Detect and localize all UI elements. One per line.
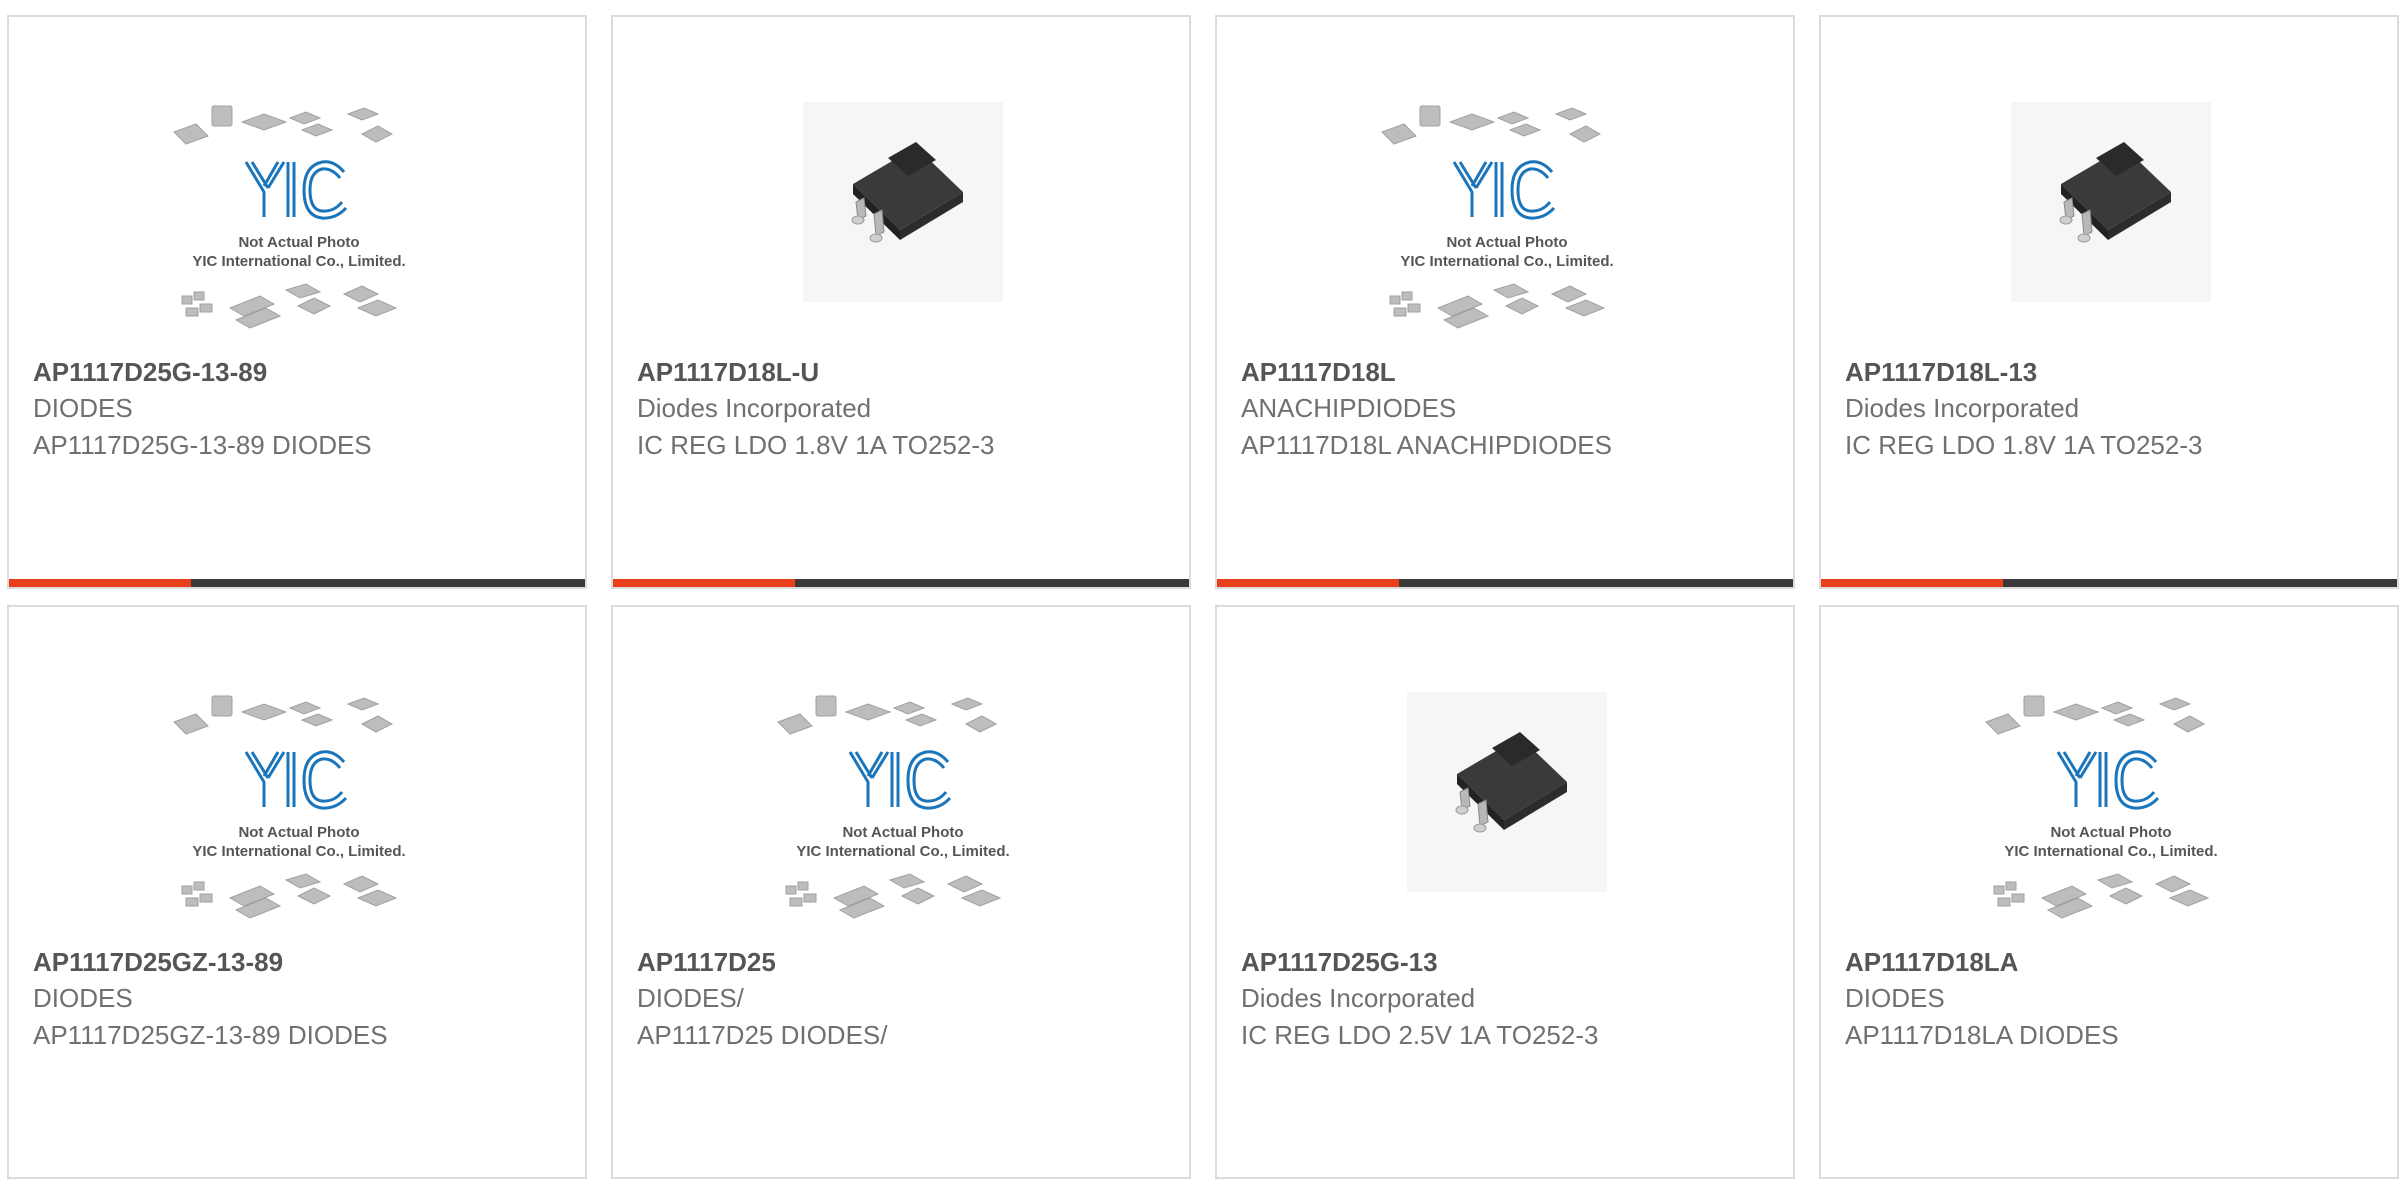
manufacturer: DIODES [33,393,133,423]
description: AP1117D25GZ-13-89 DIODES [33,1020,388,1050]
part-number[interactable]: AP1117D18L [1241,354,1781,390]
description: AP1117D18LA DIODES [1845,1020,2119,1050]
part-number[interactable]: AP1117D18L-U [637,354,1177,390]
product-card[interactable]: AP1117D25G-13 Diodes Incorporated IC REG… [1215,605,1795,1179]
product-card[interactable]: Not Actual Photo YIC International Co., … [611,605,1191,1179]
manufacturer: DIODES/ [637,983,744,1013]
product-info: AP1117D25G-13 Diodes Incorporated IC REG… [1241,944,1781,1054]
card-footer-bar [613,579,1189,587]
product-card[interactable]: Not Actual Photo YIC International Co., … [1819,605,2399,1179]
product-info: AP1117D25G-13-89 DIODES AP1117D25G-13-89… [33,354,573,464]
manufacturer: Diodes Incorporated [637,393,872,423]
not-actual-photo-placeholder-image: Not Actual Photo YIC International Co., … [1381,105,1614,329]
part-number[interactable]: AP1117D18LA [1845,944,2385,980]
svg-text:YIC International Co., Limited: YIC International Co., Limited. [2004,843,2217,860]
card-footer-accent [1217,579,1399,587]
product-grid: Not Actual Photo YIC International Co., … [7,15,2399,1179]
svg-text:Not Actual Photo: Not Actual Photo [238,824,359,841]
card-footer-bar [1217,579,1793,587]
not-actual-photo-placeholder-image: Not Actual Photo YIC International Co., … [173,695,406,919]
to252-chip-icon [2011,102,2211,302]
svg-text:YIC International Co., Limited: YIC International Co., Limited. [192,253,405,270]
manufacturer: Diodes Incorporated [1845,393,2080,423]
to252-chip-icon [1407,692,1607,892]
card-footer-accent [613,579,795,587]
svg-text:Not Actual Photo: Not Actual Photo [1446,234,1567,251]
card-footer-bar [1821,579,2397,587]
product-info: AP1117D18LA DIODES AP1117D18LA DIODES [1845,944,2385,1054]
description: AP1117D25 DIODES/ [637,1020,888,1050]
svg-text:Not Actual Photo: Not Actual Photo [2050,824,2171,841]
svg-text:YIC International Co., Limited: YIC International Co., Limited. [192,843,405,860]
product-info: AP1117D25GZ-13-89 DIODES AP1117D25GZ-13-… [33,944,573,1054]
product-card[interactable]: AP1117D18L-U Diodes Incorporated IC REG … [611,15,1191,589]
description: AP1117D18L ANACHIPDIODES [1241,430,1612,460]
svg-text:YIC International Co., Limited: YIC International Co., Limited. [796,843,1009,860]
description: IC REG LDO 2.5V 1A TO252-3 [1241,1020,1599,1050]
product-card[interactable]: Not Actual Photo YIC International Co., … [1215,15,1795,589]
to252-chip-icon [803,102,1003,302]
product-info: AP1117D18L-U Diodes Incorporated IC REG … [637,354,1177,464]
product-info: AP1117D25 DIODES/ AP1117D25 DIODES/ [637,944,1177,1054]
description: AP1117D25G-13-89 DIODES [33,430,372,460]
not-actual-photo-placeholder-image: Not Actual Photo YIC International Co., … [1985,695,2218,919]
product-info: AP1117D18L ANACHIPDIODES AP1117D18L ANAC… [1241,354,1781,464]
part-number[interactable]: AP1117D18L-13 [1845,354,2385,390]
manufacturer: DIODES [33,983,133,1013]
product-card[interactable]: AP1117D18L-13 Diodes Incorporated IC REG… [1819,15,2399,589]
not-actual-photo-placeholder-image: Not Actual Photo YIC International Co., … [777,695,1010,919]
svg-text:Not Actual Photo: Not Actual Photo [238,234,359,251]
card-footer-bar [9,579,585,587]
manufacturer: DIODES [1845,983,1945,1013]
description: IC REG LDO 1.8V 1A TO252-3 [1845,430,2203,460]
not-actual-photo-placeholder-image: Not Actual Photo YIC International Co., … [173,105,406,329]
part-number[interactable]: AP1117D25G-13 [1241,944,1781,980]
svg-text:YIC International Co., Limited: YIC International Co., Limited. [1400,253,1613,270]
manufacturer: ANACHIPDIODES [1241,393,1457,423]
part-number[interactable]: AP1117D25G-13-89 [33,354,573,390]
description: IC REG LDO 1.8V 1A TO252-3 [637,430,995,460]
svg-text:Not Actual Photo: Not Actual Photo [842,824,963,841]
product-card[interactable]: Not Actual Photo YIC International Co., … [7,15,587,589]
manufacturer: Diodes Incorporated [1241,983,1476,1013]
part-number[interactable]: AP1117D25 [637,944,1177,980]
product-info: AP1117D18L-13 Diodes Incorporated IC REG… [1845,354,2385,464]
card-footer-accent [9,579,191,587]
card-footer-accent [1821,579,2003,587]
product-card[interactable]: Not Actual Photo YIC International Co., … [7,605,587,1179]
part-number[interactable]: AP1117D25GZ-13-89 [33,944,573,980]
